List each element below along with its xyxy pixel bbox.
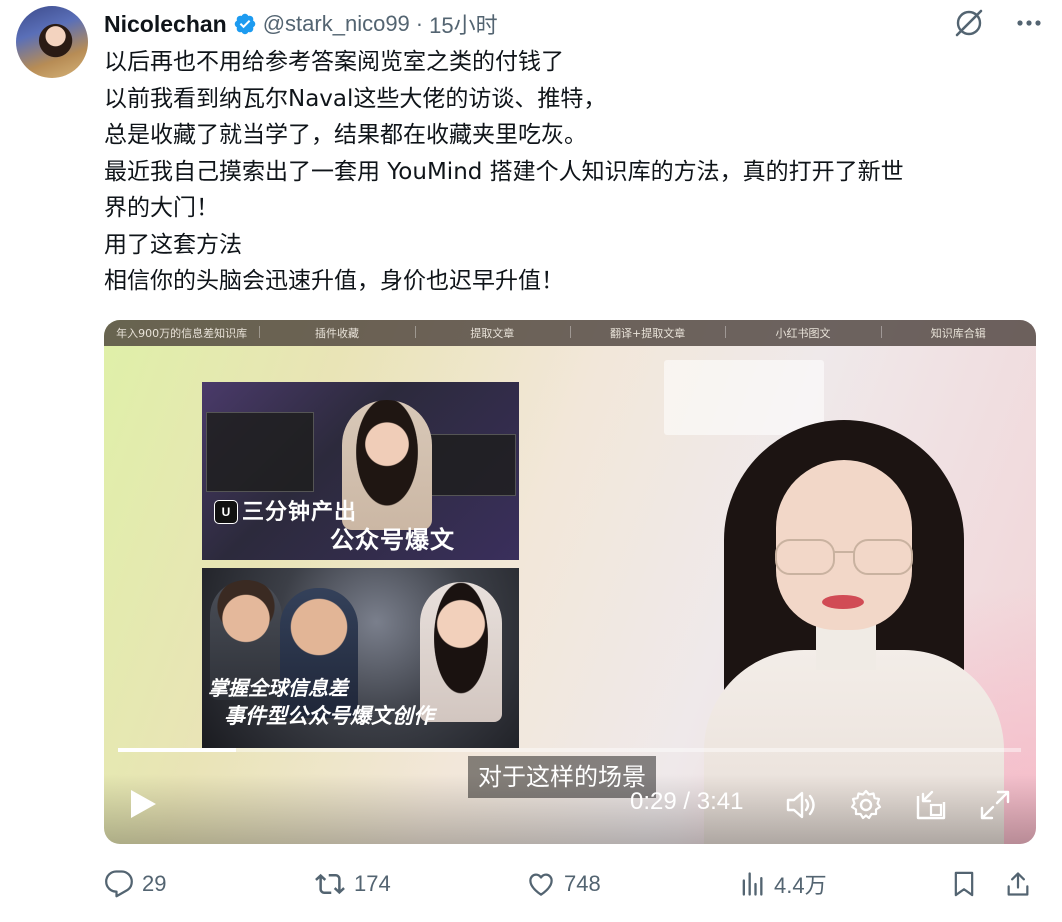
volume-icon[interactable]	[784, 788, 818, 822]
author-handle[interactable]: @stark_nico99	[263, 11, 410, 37]
video-top-tabs: 年入900万的信息差知识库 插件收藏 提取文章 翻译+提取文章 小红书图文 知识…	[104, 320, 1036, 346]
tweet-line: 相信你的头脑会迅速升值，身价也迟早升值！	[104, 268, 564, 294]
repost-icon	[315, 873, 345, 895]
views-button[interactable]: 4.4万	[738, 864, 827, 904]
grok-slash-icon[interactable]	[952, 6, 986, 40]
bookmark-icon	[954, 871, 974, 897]
tweet-header: Nicolechan @stark_nico99 · 15小时	[104, 8, 498, 40]
more-icon[interactable]	[1014, 8, 1044, 38]
video-tab: 知识库合辑	[880, 325, 1036, 341]
like-count: 748	[564, 871, 601, 896]
heart-icon	[529, 873, 553, 896]
chat-screenshot	[424, 434, 516, 496]
pip-icon[interactable]	[914, 788, 948, 822]
tweet-line: 以后再也不用给参考答案阅览室之类的付钱了	[104, 49, 564, 75]
share-button[interactable]	[1004, 864, 1032, 904]
video-tab: 小红书图文	[725, 325, 880, 341]
video-thumbnail-1: U 三分钟产出 公众号爆文	[202, 382, 519, 560]
verified-badge-icon	[234, 13, 255, 35]
reply-icon	[105, 870, 133, 898]
view-count: 4.4万	[774, 873, 827, 898]
thumbnail-caption: 公众号爆文	[330, 526, 455, 554]
video-tab: 提取文章	[414, 325, 570, 341]
tweet-line: 总是收藏了就当学了，结果都在收藏夹里吃灰。	[104, 122, 587, 148]
thumbnail-caption: 掌握全球信息差	[208, 676, 348, 700]
tweet-text: 以后再也不用给参考答案阅览室之类的付钱了 以前我看到纳瓦尔Naval这些大佬的访…	[104, 44, 1044, 300]
fullscreen-icon[interactable]	[978, 788, 1012, 822]
youmind-logo-icon: U	[214, 500, 238, 524]
play-icon[interactable]	[128, 788, 158, 820]
tweet-action-bar: 29 174 748 4.4万	[104, 864, 1044, 904]
video-timecode: 0:29 / 3:41	[630, 788, 744, 815]
video-player[interactable]: 年入900万的信息差知识库 插件收藏 提取文章 翻译+提取文章 小红书图文 知识…	[104, 320, 1036, 844]
like-button[interactable]: 748	[526, 864, 601, 904]
tweet-line: 界的大门！	[104, 195, 219, 221]
repost-button[interactable]: 174	[314, 864, 391, 904]
video-progress-fill	[118, 748, 237, 752]
share-icon	[1007, 872, 1029, 896]
video-thumbnail-2: 掌握全球信息差 事件型公众号爆文创作	[202, 568, 519, 748]
repost-count: 174	[354, 871, 391, 896]
thumbnail-caption: 事件型公众号爆文创作	[224, 704, 434, 728]
tweet-line: 用了这套方法	[104, 231, 242, 258]
video-tab: 插件收藏	[259, 325, 414, 341]
tweet-line: 以前我看到纳瓦尔Naval这些大佬的访谈、推特，	[104, 85, 607, 112]
header-actions	[952, 6, 1044, 40]
reply-count: 29	[142, 871, 167, 896]
reply-button[interactable]: 29	[104, 864, 166, 904]
bookmark-button[interactable]	[950, 864, 978, 904]
tweet-line: 最近我自己摸索出了一套用 YouMind 搭建个人知识库的方法，真的打开了新世	[104, 158, 904, 185]
analytics-icon	[742, 872, 763, 896]
video-progress-bar[interactable]	[118, 748, 1021, 752]
video-tab: 翻译+提取文章	[569, 325, 725, 341]
tweet-timestamp[interactable]: 15小时	[429, 8, 497, 40]
author-display-name[interactable]: Nicolechan	[104, 11, 227, 38]
settings-icon[interactable]	[849, 788, 883, 822]
chat-screenshot	[206, 412, 314, 492]
author-avatar[interactable]	[16, 6, 88, 78]
header-separator: ·	[415, 11, 424, 36]
video-tab: 年入900万的信息差知识库	[116, 327, 248, 340]
video-subtitle: 对于这样的场景	[468, 756, 656, 798]
